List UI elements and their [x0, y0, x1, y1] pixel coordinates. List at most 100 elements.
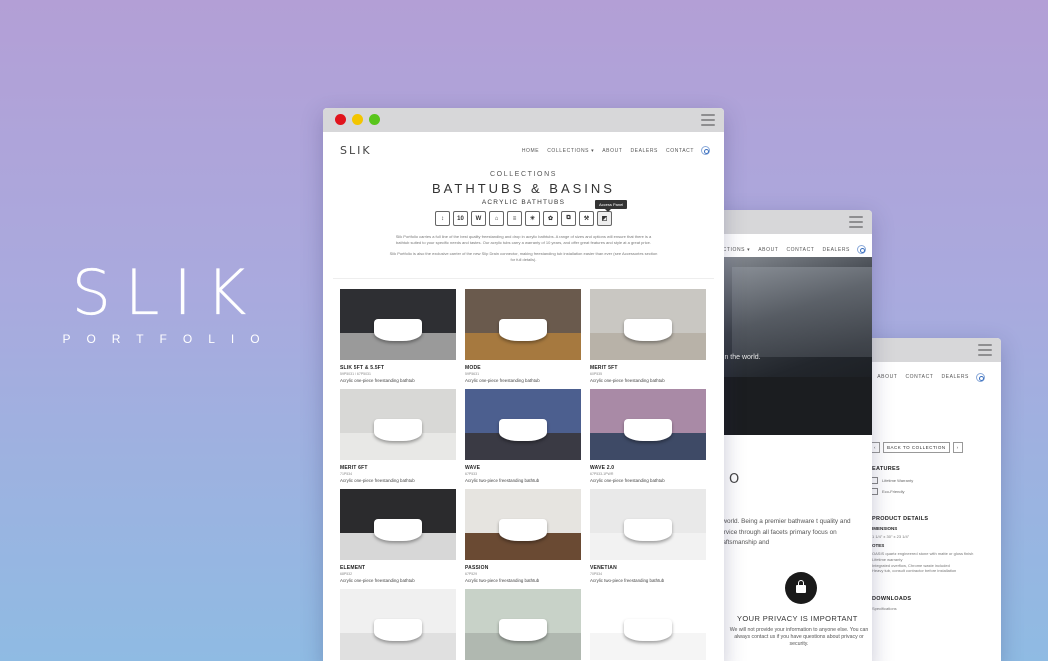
feature-row: Eco-Friendly — [871, 488, 904, 495]
product-card[interactable]: MERIT 6FT 71P534 Acrylic one-piece freesta… — [340, 389, 456, 483]
tools-icon[interactable]: ⚒ — [579, 211, 594, 226]
dimensions-heading: IMENSIONS — [872, 526, 898, 531]
product-card[interactable] — [465, 589, 581, 661]
drain-icon[interactable]: ✿ — [543, 211, 558, 226]
product-code: 67P533 — [465, 472, 478, 477]
product-image[interactable] — [340, 589, 456, 661]
product-card[interactable] — [590, 589, 706, 661]
dimensions-value: 1 1/4" x 30" x 23 1/4" — [872, 534, 910, 539]
next-button[interactable]: › — [952, 442, 963, 453]
access-panel-icon[interactable]: ◩ — [597, 211, 612, 226]
product-card[interactable]: WAVE 67P533 Acrylic two-piece freestanding… — [465, 389, 581, 483]
product-card[interactable]: WAVE 2.0 67P533-1PWR Acrylic one-piece fre… — [590, 389, 706, 483]
hero-floor — [712, 377, 872, 435]
product-image[interactable] — [590, 489, 706, 561]
product-image[interactable] — [465, 389, 581, 461]
bathtub-shape — [499, 319, 547, 342]
nav-dealers[interactable]: DEALERS — [630, 148, 658, 154]
features-heading: EATURES — [872, 466, 900, 472]
product-description: Acrylic one-piece freestanding bathtub — [465, 378, 540, 384]
product-card[interactable]: VENETIAN 70P534 Acrylic two-piece freestan… — [590, 489, 706, 583]
product-image[interactable] — [590, 589, 706, 661]
downloads-heading: DOWNLOADS — [872, 596, 912, 602]
product-card[interactable]: PASSION 67P529 Acrylic two-piece freestand… — [465, 489, 581, 583]
nav-contact[interactable]: CONTACT — [666, 148, 694, 154]
product-name[interactable]: MERIT 5FT — [590, 365, 706, 371]
nav-home[interactable]: HOME — [522, 148, 539, 154]
product-details-heading: PRODUCT DETAILS — [872, 516, 929, 522]
back-to-collection-button[interactable]: BACK TO COLLECTION — [883, 442, 950, 453]
product-image[interactable] — [590, 389, 706, 461]
product-card[interactable]: MERIT 5FT 60P535 Acrylic one-piece freesta… — [590, 289, 706, 383]
hero-window-glare — [732, 267, 872, 357]
sun-icon[interactable]: ☀ — [525, 211, 540, 226]
product-image[interactable] — [465, 589, 581, 661]
nav-dealers[interactable]: DEALERS — [822, 247, 850, 253]
product-name[interactable]: VENETIAN — [590, 565, 706, 571]
product-image[interactable] — [465, 489, 581, 561]
feature-icons: ↕ 10 W ⌂ ≡ ☀ ✿ ⧉ ⚒ ◩ — [323, 211, 724, 226]
product-name[interactable]: PASSION — [465, 565, 581, 571]
product-card[interactable]: MODE 59P5631 Acrylic one-piece freestandin… — [465, 289, 581, 383]
feature-label: Lifetime Warranty — [882, 478, 914, 483]
menu-icon[interactable] — [978, 344, 992, 359]
section-title-fragment: O — [729, 472, 740, 487]
page-subtitle: ACRYLIC BATHTUBS — [481, 199, 566, 206]
download-specifications-link[interactable]: Specifications — [872, 606, 897, 612]
layers-icon[interactable]: ⧉ — [561, 211, 576, 226]
nav-contact[interactable]: CONTACT — [905, 374, 933, 380]
product-image[interactable] — [340, 389, 456, 461]
page-heading: COLLECTIONS BATHTUBS & BASINS ACRYLIC BA… — [323, 171, 724, 206]
note-item: Heavy tub, consult contractor before ins… — [872, 568, 957, 574]
product-card[interactable] — [340, 589, 456, 661]
search-icon[interactable] — [857, 245, 866, 254]
nav-about[interactable]: ABOUT — [877, 374, 897, 380]
close-window-button[interactable] — [335, 114, 346, 125]
product-name[interactable]: MODE — [465, 365, 581, 371]
nav-collections[interactable]: CTIONS ▾ — [723, 247, 751, 253]
product-code: 70P534 — [590, 572, 603, 577]
product-name[interactable]: MERIT 6FT — [340, 465, 456, 471]
product-image[interactable] — [340, 489, 456, 561]
menu-icon[interactable] — [701, 114, 715, 129]
product-card[interactable]: SLIK 5FT & 5.5FT 59P5031 / 67P5031 Acrylic… — [340, 289, 456, 383]
product-code: 59P5031 / 67P5031 — [340, 372, 371, 377]
menu-icon[interactable] — [849, 216, 863, 231]
nav-dealers[interactable]: DEALERS — [941, 374, 969, 380]
brand-tagline: PORTFOLIO — [62, 332, 276, 346]
ten-year-warranty-icon[interactable]: 10 — [453, 211, 468, 226]
brand-logo: SLIK — [71, 256, 261, 329]
product-image[interactable] — [465, 289, 581, 361]
site-logo[interactable]: SLIK — [340, 144, 372, 157]
nav-about[interactable]: ABOUT — [758, 247, 778, 253]
product-image[interactable] — [590, 289, 706, 361]
search-icon[interactable] — [976, 372, 985, 382]
bathtub-shape — [624, 519, 672, 542]
site-header: SLIK HOME COLLECTIONS ▾ ABOUT DEALERS CO… — [323, 132, 724, 157]
product-name[interactable]: WAVE 2.0 — [590, 465, 706, 471]
nav-collections[interactable]: COLLECTIONS ▾ — [547, 148, 594, 154]
product-image[interactable] — [340, 289, 456, 361]
nav-contact[interactable]: CONTACT — [786, 247, 814, 253]
product-name[interactable]: SLIK 5FT & 5.5FT — [340, 365, 456, 371]
faucet-icon[interactable]: ⌂ — [489, 211, 504, 226]
overflow-icon[interactable]: ≡ — [507, 211, 522, 226]
nav-about[interactable]: ABOUT — [602, 148, 622, 154]
product-name[interactable]: WAVE — [465, 465, 581, 471]
hero-image: cts in the world. — [712, 257, 872, 435]
thermometer-icon[interactable]: ↕ — [435, 211, 450, 226]
page-kicker: COLLECTIONS — [490, 171, 557, 178]
search-icon[interactable] — [701, 146, 710, 155]
maximize-window-button[interactable] — [369, 114, 380, 125]
product-code: 67P533-1PWR — [590, 472, 614, 477]
product-description: Acrylic one-piece freestanding bathtub — [340, 578, 415, 584]
collection-nav: ‹ BACK TO COLLECTION › — [870, 442, 963, 453]
minimize-window-button[interactable] — [352, 114, 363, 125]
product-card[interactable]: ELEMENT 68P532 Acrylic one-piece freestand… — [340, 489, 456, 583]
w-icon[interactable]: W — [471, 211, 486, 226]
product-description: Acrylic one-piece freestanding bathtub — [340, 478, 415, 484]
product-name[interactable]: ELEMENT — [340, 565, 456, 571]
divider — [333, 278, 714, 280]
product-code: 67P529 — [465, 572, 478, 577]
intro-paragraph: Slik Portfolio carries a full line of th… — [395, 234, 652, 245]
